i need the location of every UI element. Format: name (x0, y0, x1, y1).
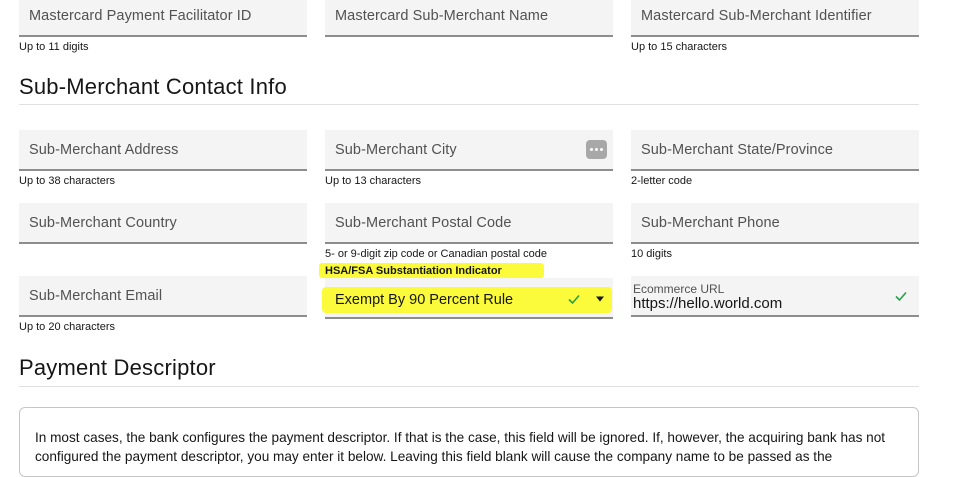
checkmark-icon (568, 294, 580, 305)
sub-merchant-email-placeholder: Sub-Merchant Email (29, 288, 163, 304)
sub-merchant-country-placeholder: Sub-Merchant Country (29, 215, 177, 231)
mc-sub-merchant-name-field[interactable]: Mastercard Sub-Merchant Name (325, 0, 613, 37)
caret-down-icon[interactable] (594, 293, 606, 305)
ecommerce-url-label: Ecommerce URL (633, 282, 725, 296)
ecommerce-url-value: https://hello.world.com (633, 295, 783, 312)
hsa-fsa-label: HSA/FSA Substantiation Indicator (325, 265, 502, 277)
sub-merchant-postal-field[interactable]: Sub-Merchant Postal Code (325, 203, 613, 244)
contact-info-title: Sub-Merchant Contact Info (19, 74, 287, 99)
payment-descriptor-info-box: In most cases, the bank configures the p… (19, 407, 919, 477)
payment-descriptor-divider (19, 386, 919, 387)
sub-merchant-country-field[interactable]: Sub-Merchant Country (19, 203, 307, 244)
payment-descriptor-info-text: In most cases, the bank configures the p… (35, 430, 886, 464)
sub-merchant-address-placeholder: Sub-Merchant Address (29, 142, 179, 158)
sub-merchant-phone-field[interactable]: Sub-Merchant Phone (631, 203, 919, 244)
more-dots-icon[interactable] (586, 140, 607, 159)
mc-sub-merchant-identifier-field[interactable]: Mastercard Sub-Merchant Identifier (631, 0, 919, 37)
sub-merchant-city-helper: Up to 13 characters (325, 175, 421, 187)
sub-merchant-postal-placeholder: Sub-Merchant Postal Code (335, 215, 512, 231)
sub-merchant-phone-helper: 10 digits (631, 248, 672, 260)
sub-merchant-address-field[interactable]: Sub-Merchant Address (19, 130, 307, 171)
sub-merchant-phone-placeholder: Sub-Merchant Phone (641, 215, 780, 231)
contact-info-divider (19, 104, 919, 105)
sub-merchant-state-helper: 2-letter code (631, 175, 693, 187)
mc-payment-facilitator-id-helper: Up to 11 digits (19, 41, 89, 53)
sub-merchant-city-field[interactable]: Sub-Merchant City (325, 130, 613, 171)
payment-descriptor-title: Payment Descriptor (19, 355, 216, 380)
mc-sub-merchant-name-placeholder: Mastercard Sub-Merchant Name (335, 8, 549, 24)
checkmark-icon (895, 291, 907, 302)
mc-payment-facilitator-id-placeholder: Mastercard Payment Facilitator ID (29, 8, 252, 24)
sub-merchant-email-field[interactable]: Sub-Merchant Email (19, 276, 307, 317)
mc-sub-merchant-identifier-placeholder: Mastercard Sub-Merchant Identifier (641, 8, 872, 24)
mc-sub-merchant-identifier-helper: Up to 15 characters (631, 41, 727, 53)
mc-payment-facilitator-id-field[interactable]: Mastercard Payment Facilitator ID (19, 0, 307, 37)
hsa-fsa-selected-value: Exempt By 90 Percent Rule (335, 292, 514, 308)
sub-merchant-city-placeholder: Sub-Merchant City (335, 142, 457, 158)
sub-merchant-state-placeholder: Sub-Merchant State/Province (641, 142, 834, 158)
sub-merchant-state-field[interactable]: Sub-Merchant State/Province (631, 130, 919, 171)
sub-merchant-email-helper: Up to 20 characters (19, 321, 115, 333)
sub-merchant-postal-helper: 5- or 9-digit zip code or Canadian posta… (325, 248, 547, 260)
sub-merchant-address-helper: Up to 38 characters (19, 175, 115, 187)
